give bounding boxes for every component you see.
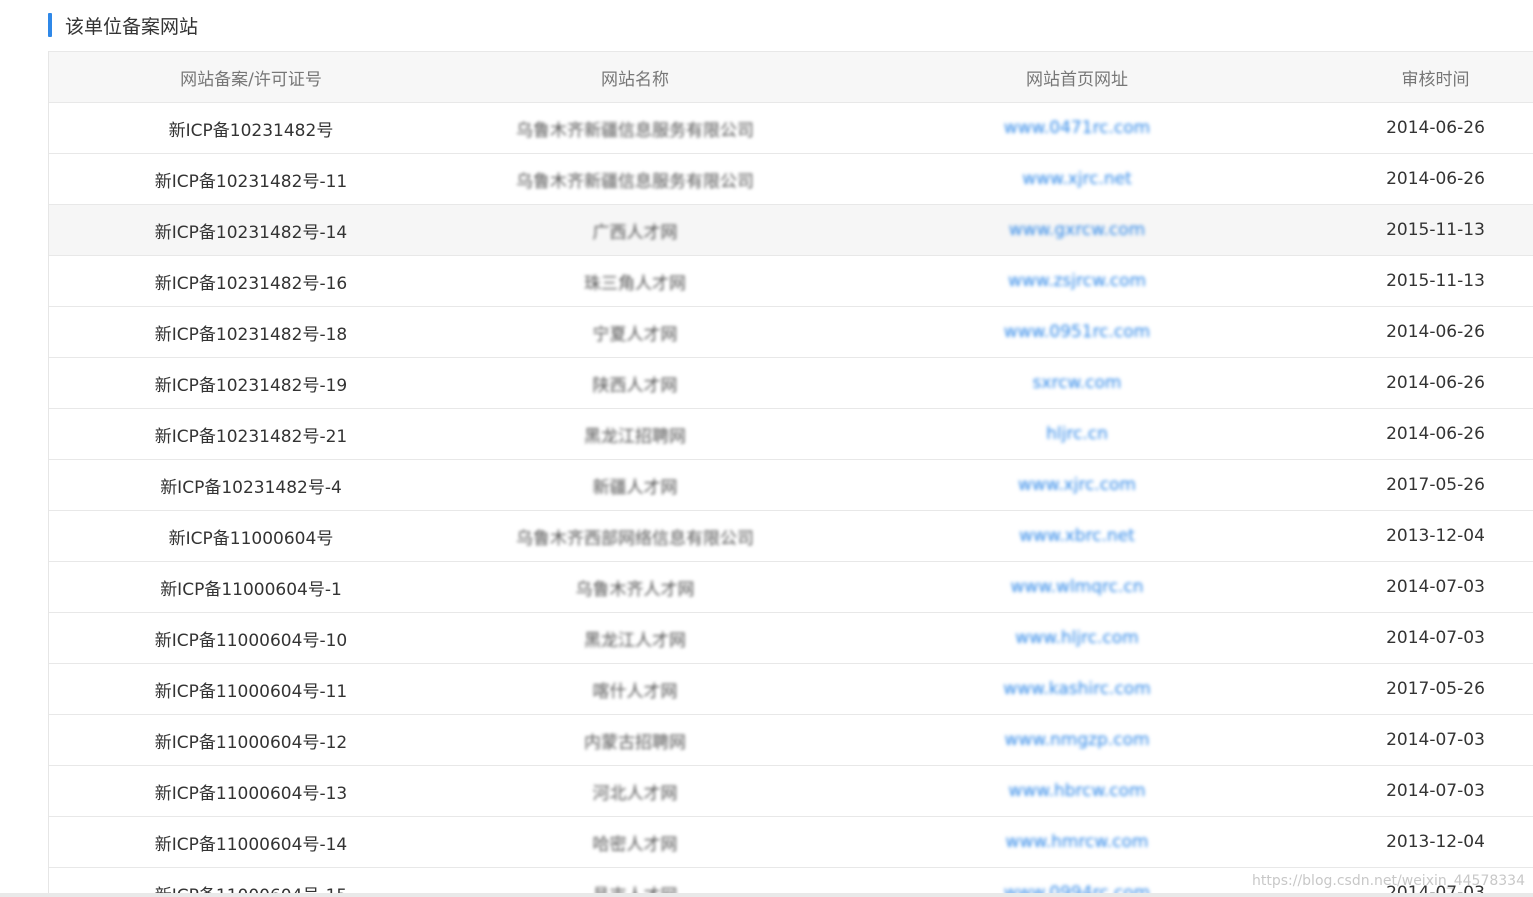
license-cell: 新ICP备11000604号-14 (154, 834, 348, 855)
table-row: 新ICP备10231482号-16 珠三角人才网 www.zsjrcw.com 201… (49, 256, 1533, 307)
license-cell: 新ICP备10231482号-4 (160, 477, 342, 498)
table-row: 新ICP备11000604号-10 黑龙江人才网 www.hljrc.com 2014… (49, 613, 1533, 664)
table-row: 新ICP备11000604号-13 河北人才网 www.hbrcw.com 2014-… (49, 766, 1533, 817)
section-header: 该单位备案网站 (48, 12, 198, 38)
site-name-cell: 内蒙古招聘网 (584, 732, 686, 753)
site-name-cell: 宁夏人才网 (592, 324, 678, 345)
table-row: 新ICP备10231482号 乌鲁木齐新疆信息服务有限公司 www.0471rc.c… (49, 103, 1533, 154)
watermark: https://blog.csdn.net/weixin_44578334 (1251, 873, 1525, 889)
section-accent-bar (48, 13, 52, 37)
license-cell: 新ICP备10231482号-19 (154, 375, 348, 396)
homepage-link[interactable]: www.hmrcw.com (817, 832, 1337, 852)
records-table: 网站备案/许可证号 网站名称 网站首页网址 审核时间 新ICP备10231482… (48, 51, 1533, 897)
license-cell: 新ICP备11000604号 (168, 528, 334, 549)
review-date-cell: 2014-06-26 (1386, 373, 1485, 393)
license-cell: 新ICP备10231482号-11 (154, 171, 348, 192)
table-row: 新ICP备11000604号-12 内蒙古招聘网 www.nmgzp.com 2014… (49, 715, 1533, 766)
site-name-cell: 广西人才网 (592, 222, 678, 243)
table-row: 新ICP备10231482号-11 乌鲁木齐新疆信息服务有限公司 www.xjrc.… (49, 154, 1533, 205)
homepage-link[interactable]: www.hljrc.com (817, 628, 1337, 648)
table-row: 新ICP备10231482号-18 宁夏人才网 www.0951rc.com 2014… (49, 307, 1533, 358)
review-date-cell: 2014-06-26 (1386, 118, 1485, 138)
site-name-cell: 乌鲁木齐西部网络信息有限公司 (516, 528, 754, 549)
review-date-cell: 2017-05-26 (1386, 475, 1485, 495)
license-cell: 新ICP备11000604号-13 (154, 783, 348, 804)
table-row: 新ICP备11000604号-1 乌鲁木齐人才网 www.wlmqrc.cn 2014… (49, 562, 1533, 613)
homepage-link[interactable]: www.nmgzp.com (817, 730, 1337, 750)
homepage-link[interactable]: www.0951rc.com (817, 322, 1337, 342)
license-cell: 新ICP备10231482号-16 (154, 273, 348, 294)
table-row: 新ICP备11000604号 乌鲁木齐西部网络信息有限公司 www.xbrc.net… (49, 511, 1533, 562)
review-date-cell: 2013-12-04 (1386, 832, 1485, 852)
bottom-divider (0, 893, 1533, 897)
site-name-cell: 陕西人才网 (592, 375, 678, 396)
site-name-cell: 哈密人才网 (592, 834, 678, 855)
site-name-cell: 黑龙江人才网 (584, 630, 686, 651)
homepage-link[interactable]: hljrc.cn (817, 424, 1337, 444)
page: 该单位备案网站 网站备案/许可证号 网站名称 网站首页网址 审核时间 新ICP备… (0, 0, 1533, 897)
review-date-cell: 2014-07-03 (1386, 628, 1485, 648)
review-date-cell: 2014-06-26 (1386, 424, 1485, 444)
section-title: 该单位备案网站 (65, 15, 199, 38)
homepage-link[interactable]: www.xjrc.net (817, 169, 1337, 189)
review-date-cell: 2014-07-03 (1386, 781, 1485, 801)
homepage-link[interactable]: www.0471rc.com (817, 118, 1337, 138)
review-date-cell: 2014-07-03 (1386, 730, 1485, 750)
site-name-cell: 乌鲁木齐新疆信息服务有限公司 (516, 171, 754, 192)
table-row: 新ICP备10231482号-14 广西人才网 www.gxrcw.com 2015-… (49, 205, 1533, 256)
license-cell: 新ICP备11000604号-1 (160, 579, 342, 600)
license-cell: 新ICP备11000604号-11 (154, 681, 348, 702)
site-name-cell: 黑龙江招聘网 (584, 426, 686, 447)
review-date-cell: 2014-06-26 (1386, 169, 1485, 189)
site-name-cell: 喀什人才网 (592, 681, 678, 702)
table-row: 新ICP备11000604号-14 哈密人才网 www.hmrcw.com 2013-… (49, 817, 1533, 868)
table-header-row: 网站备案/许可证号 网站名称 网站首页网址 审核时间 (49, 51, 1533, 103)
homepage-link[interactable]: sxrcw.com (817, 373, 1337, 393)
site-name-cell: 乌鲁木齐新疆信息服务有限公司 (516, 120, 754, 141)
homepage-link[interactable]: www.xbrc.net (817, 526, 1337, 546)
review-date-cell: 2015-11-13 (1386, 220, 1485, 240)
homepage-link[interactable]: www.zsjrcw.com (817, 271, 1337, 291)
header-review-date: 审核时间 (1401, 69, 1470, 90)
site-name-cell: 新疆人才网 (592, 477, 678, 498)
review-date-cell: 2014-07-03 (1386, 577, 1485, 597)
homepage-link[interactable]: www.hbrcw.com (817, 781, 1337, 801)
license-cell: 新ICP备11000604号-12 (154, 732, 348, 753)
header-license: 网站备案/许可证号 (180, 69, 322, 90)
table-row: 新ICP备10231482号-4 新疆人才网 www.xjrc.com 2017-05… (49, 460, 1533, 511)
license-cell: 新ICP备10231482号-14 (154, 222, 348, 243)
table-row: 新ICP备10231482号-21 黑龙江招聘网 hljrc.cn 2014-06-2… (49, 409, 1533, 460)
header-site-name: 网站名称 (601, 69, 669, 90)
review-date-cell: 2015-11-13 (1386, 271, 1485, 291)
site-name-cell: 珠三角人才网 (584, 273, 686, 294)
homepage-link[interactable]: www.wlmqrc.cn (817, 577, 1337, 597)
table-row: 新ICP备10231482号-19 陕西人才网 sxrcw.com 2014-06-2… (49, 358, 1533, 409)
homepage-link[interactable]: www.xjrc.com (817, 475, 1337, 495)
table-row: 新ICP备11000604号-11 喀什人才网 www.kashirc.com 201… (49, 664, 1533, 715)
table-body: 新ICP备10231482号 乌鲁木齐新疆信息服务有限公司 www.0471rc.c… (49, 103, 1533, 897)
license-cell: 新ICP备10231482号-21 (154, 426, 348, 447)
site-name-cell: 河北人才网 (592, 783, 678, 804)
review-date-cell: 2013-12-04 (1386, 526, 1485, 546)
homepage-link[interactable]: www.kashirc.com (817, 679, 1337, 699)
header-homepage-url: 网站首页网址 (1026, 69, 1128, 90)
homepage-link[interactable]: www.gxrcw.com (817, 220, 1337, 240)
review-date-cell: 2014-06-26 (1386, 322, 1485, 342)
review-date-cell: 2017-05-26 (1386, 679, 1485, 699)
site-name-cell: 乌鲁木齐人才网 (575, 579, 695, 600)
license-cell: 新ICP备11000604号-10 (154, 630, 348, 651)
license-cell: 新ICP备10231482号-18 (154, 324, 348, 345)
license-cell: 新ICP备10231482号 (168, 120, 334, 141)
